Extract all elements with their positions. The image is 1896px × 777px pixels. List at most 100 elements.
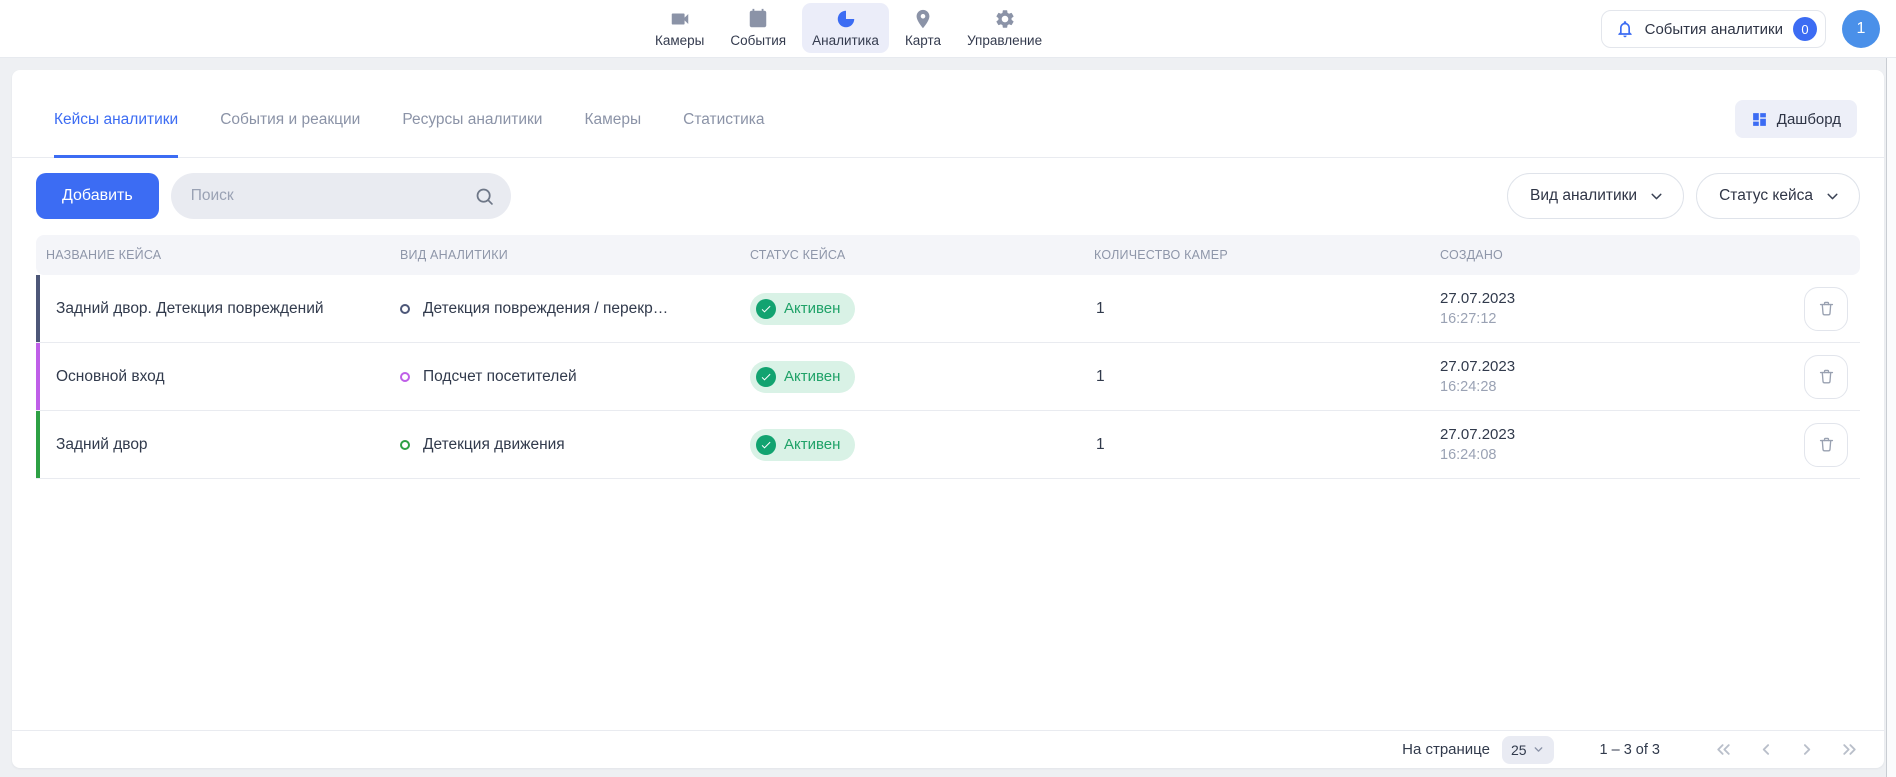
camera-count: 1 [1094,436,1440,454]
per-page-select[interactable]: 25 [1502,736,1554,764]
created-cell: 27.07.2023 16:24:08 [1440,425,1684,465]
delete-case-button[interactable] [1804,355,1848,399]
dashboard-button-label: Дашборд [1777,111,1841,128]
nav-item-management[interactable]: Управление [957,3,1052,53]
row-actions [1684,287,1860,331]
dashboard-button[interactable]: Дашборд [1735,100,1857,138]
toolbar: Добавить Вид аналитики Статус кейса [36,173,1860,219]
status-badge: Активен [750,429,855,461]
pager [1712,739,1860,761]
video-camera-icon [669,8,691,30]
created-time: 16:24:08 [1440,445,1684,465]
search-icon[interactable] [474,186,495,207]
content-spacer [12,479,1884,730]
status-badge: Активен [750,293,855,325]
tab-statistics[interactable]: Статистика [683,85,764,158]
nav-item-map[interactable]: Карта [895,3,951,53]
column-header-case-status: СТАТУС КЕЙСА [750,248,1094,262]
pie-chart-icon [835,8,857,30]
delete-case-button[interactable] [1804,287,1848,331]
analytics-events-label: События аналитики [1645,21,1783,38]
pagination-footer: На странице 25 1 – 3 of 3 [12,730,1884,768]
pagination-range: 1 – 3 of 3 [1600,742,1660,758]
top-bar-right: События аналитики 0 1 [1601,0,1880,58]
nav-item-events[interactable]: События [720,3,796,53]
dashboard-grid-icon [1751,111,1768,128]
vertical-scrollbar[interactable] [1886,58,1896,777]
created-date: 27.07.2023 [1440,425,1684,445]
tab-analytics-resources[interactable]: Ресурсы аналитики [402,85,542,158]
case-name: Задний двор. Детекция повреждений [36,300,400,318]
tab-analytics-cases[interactable]: Кейсы аналитики [54,85,178,158]
nav-label: Аналитика [812,33,879,48]
tabs-row: Кейсы аналитики События и реакции Ресурс… [12,70,1884,158]
main-nav: Камеры События Аналитика Карта [645,3,1052,53]
nav-label: Камеры [655,33,704,48]
last-page-button[interactable] [1838,739,1860,761]
case-status-cell: Активен [750,361,1094,393]
status-label: Активен [784,368,840,385]
map-pin-icon [912,8,934,30]
camera-count: 1 [1094,368,1440,386]
calendar-check-icon [747,8,769,30]
case-name: Основной вход [36,368,400,386]
analytics-type-filter[interactable]: Вид аналитики [1507,173,1684,219]
table-row[interactable]: Основной вход Подсчет посетителей Активе… [36,343,1860,411]
status-label: Активен [784,436,840,453]
created-cell: 27.07.2023 16:27:12 [1440,289,1684,329]
previous-page-button[interactable] [1754,739,1776,761]
nav-label: Управление [967,33,1042,48]
analytics-type-label: Детекция повреждения / перекр… [423,300,668,318]
next-page-button[interactable] [1796,739,1818,761]
per-page-value: 25 [1511,742,1527,758]
chevron-down-icon [1824,188,1841,205]
search-box [171,173,511,219]
analytics-type-label: Детекция движения [423,436,565,454]
nav-item-cameras[interactable]: Камеры [645,3,714,53]
analytics-type-dot-icon [400,304,410,314]
created-cell: 27.07.2023 16:24:28 [1440,357,1684,397]
events-count-badge: 0 [1793,17,1817,41]
analytics-type-cell: Детекция движения [400,436,750,454]
case-status-filter-label: Статус кейса [1719,187,1813,205]
nav-label: Карта [905,33,941,48]
case-status-filter[interactable]: Статус кейса [1696,173,1860,219]
nav-label: События [730,33,786,48]
tab-cameras[interactable]: Камеры [584,85,641,158]
camera-count: 1 [1094,300,1440,318]
table-row[interactable]: Задний двор Детекция движения Активен 1 … [36,411,1860,479]
check-circle-icon [756,299,776,319]
tab-events-and-reactions[interactable]: События и реакции [220,85,360,158]
analytics-cases-panel: Кейсы аналитики События и реакции Ресурс… [12,70,1884,768]
created-time: 16:24:28 [1440,377,1684,397]
check-circle-icon [756,435,776,455]
status-badge: Активен [750,361,855,393]
row-actions [1684,423,1860,467]
bell-icon [1615,19,1635,39]
column-header-case-name: НАЗВАНИЕ КЕЙСА [36,248,400,262]
search-input[interactable] [191,187,474,205]
column-header-camera-count: КОЛИЧЕСТВО КАМЕР [1094,248,1440,262]
case-name: Задний двор [36,436,400,454]
created-date: 27.07.2023 [1440,357,1684,377]
analytics-type-dot-icon [400,440,410,450]
delete-case-button[interactable] [1804,423,1848,467]
top-bar: Камеры События Аналитика Карта [0,0,1896,58]
analytics-type-cell: Подсчет посетителей [400,368,750,386]
case-status-cell: Активен [750,293,1094,325]
analytics-type-cell: Детекция повреждения / перекр… [400,300,750,318]
add-button[interactable]: Добавить [36,173,159,219]
per-page-label: На странице [1402,741,1490,758]
created-date: 27.07.2023 [1440,289,1684,309]
avatar[interactable]: 1 [1842,10,1880,48]
nav-item-analytics[interactable]: Аналитика [802,3,889,53]
created-time: 16:27:12 [1440,309,1684,329]
column-header-created: СОЗДАНО [1440,248,1684,262]
status-label: Активен [784,300,840,317]
row-actions [1684,355,1860,399]
check-circle-icon [756,367,776,387]
analytics-events-button[interactable]: События аналитики 0 [1601,10,1826,48]
chevron-down-icon [1532,743,1545,756]
first-page-button[interactable] [1712,739,1734,761]
table-row[interactable]: Задний двор. Детекция повреждений Детекц… [36,275,1860,343]
